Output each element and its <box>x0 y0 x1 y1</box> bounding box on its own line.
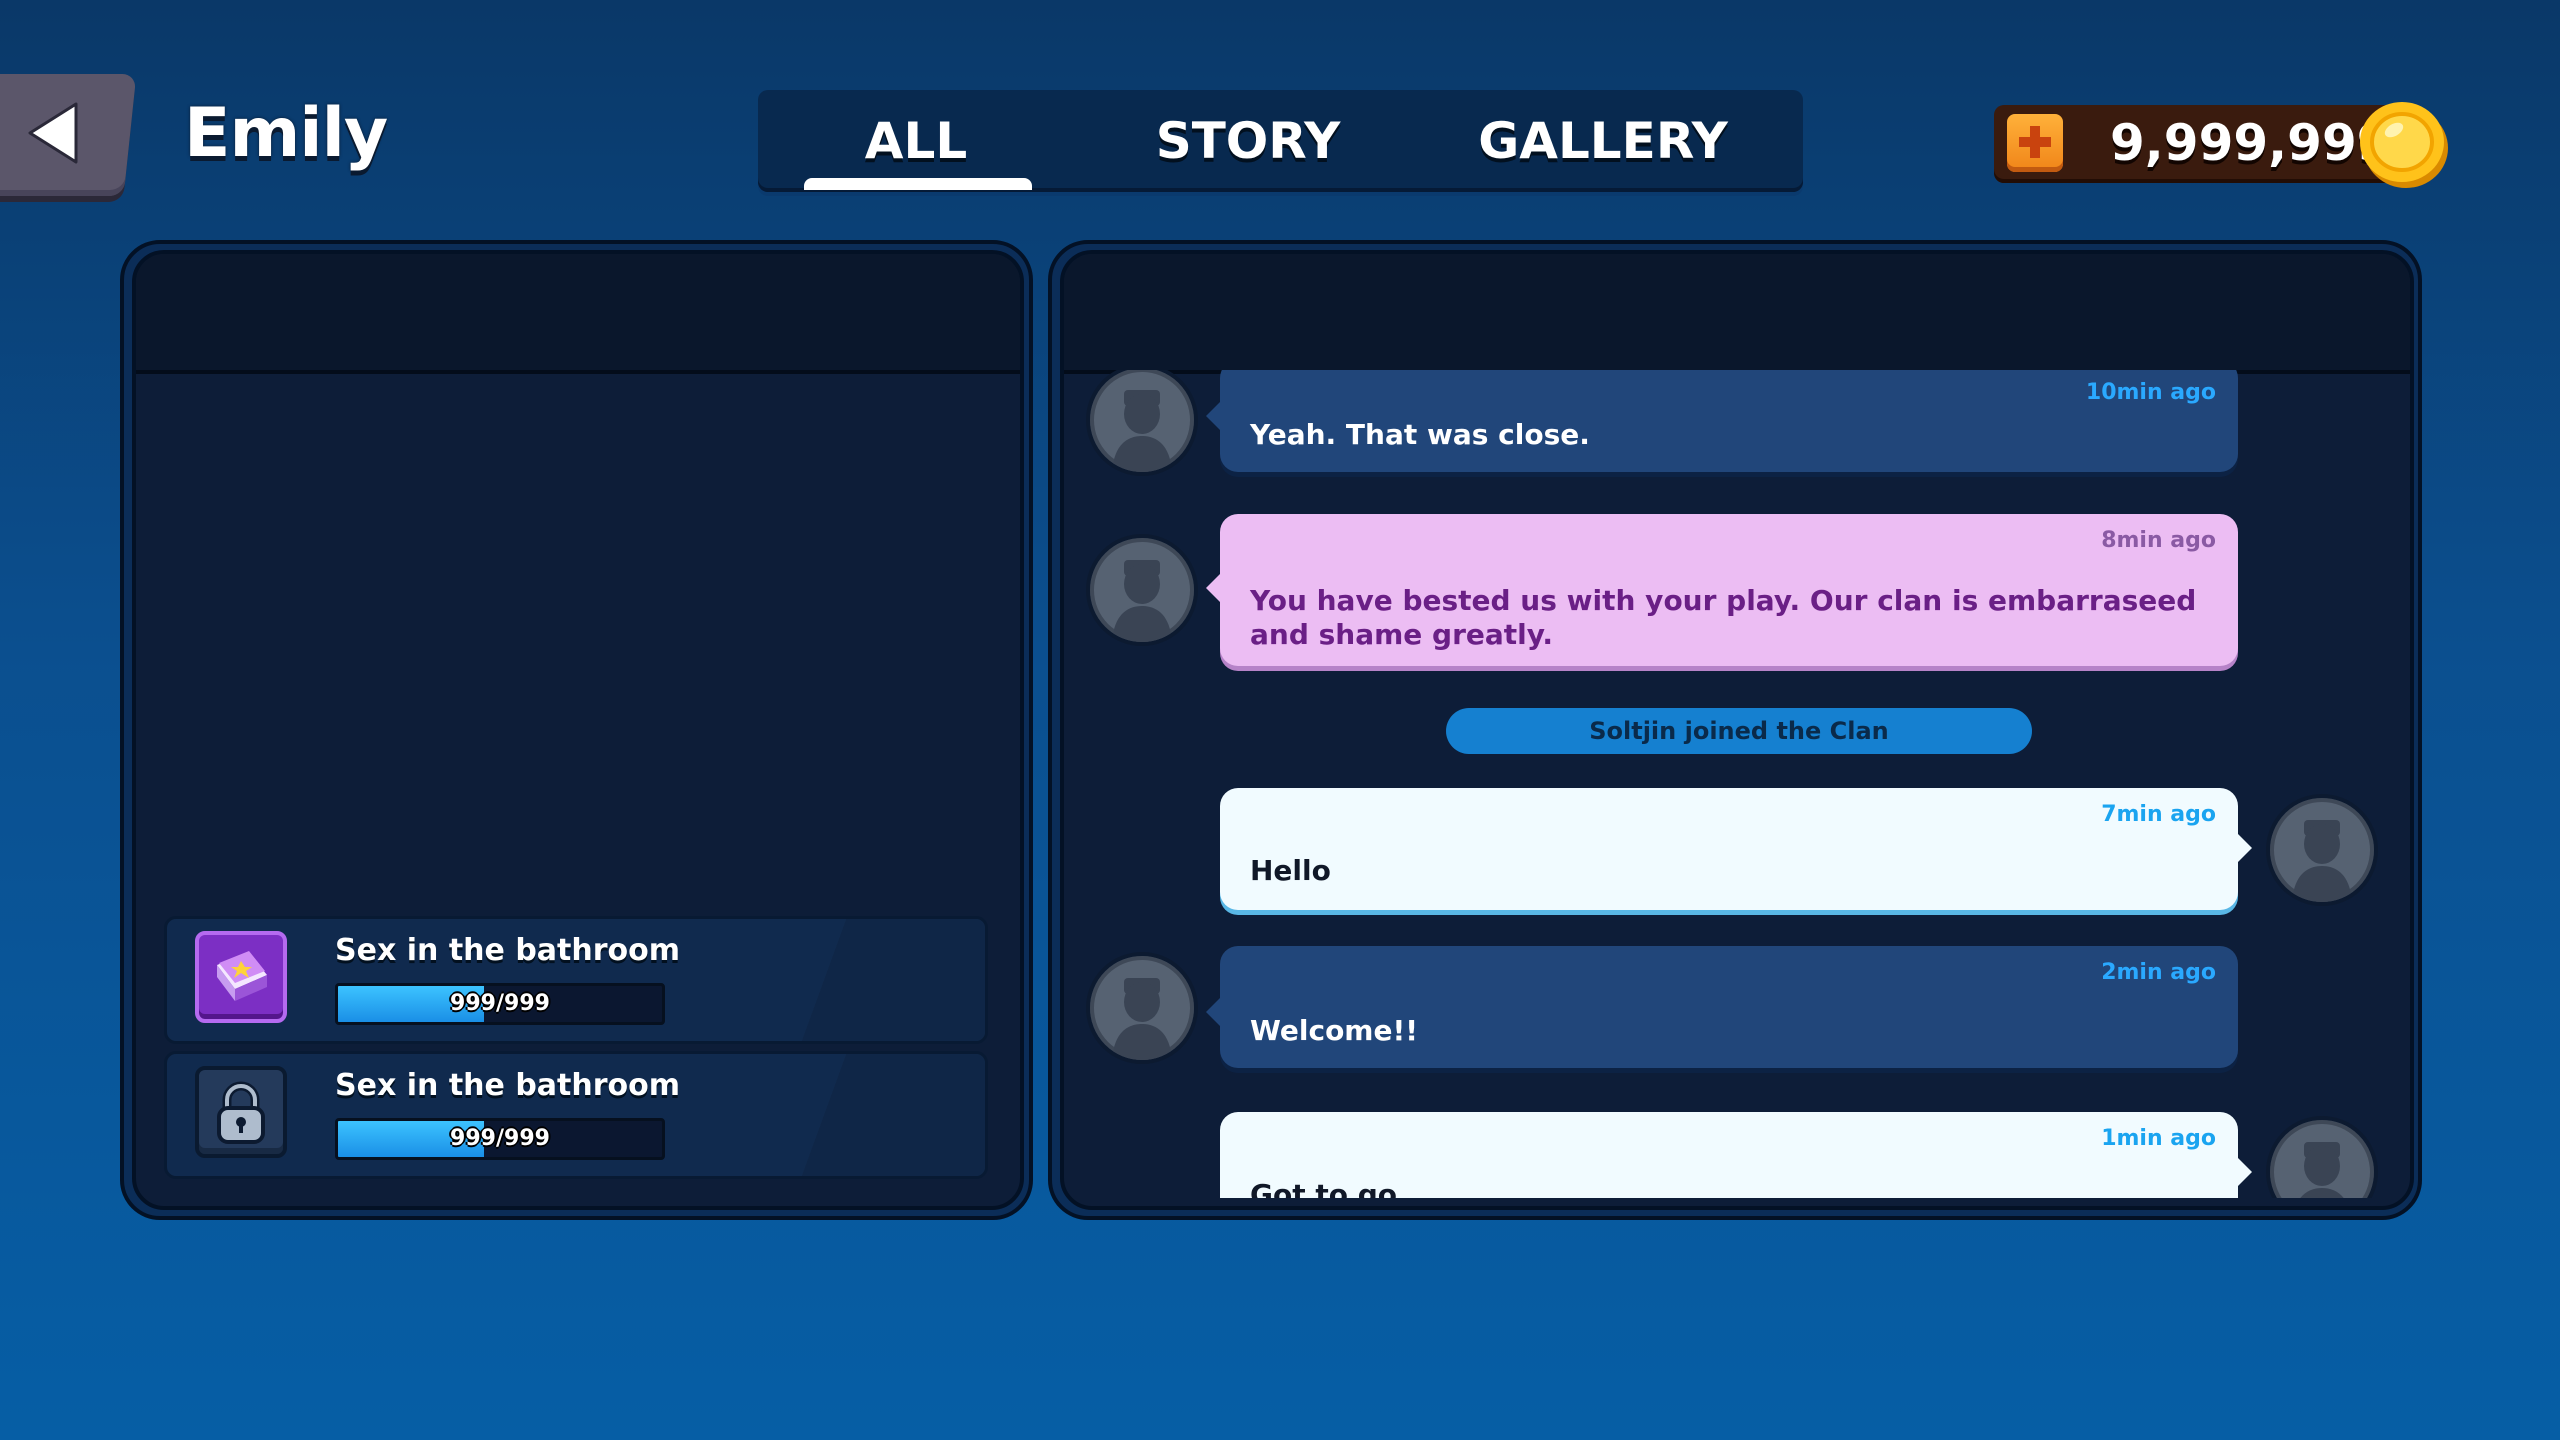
system-notice: Soltjin joined the Clan <box>1446 708 2032 754</box>
plus-icon <box>2019 126 2051 158</box>
chat-message: 2min ago Welcome!! <box>1206 946 2238 1068</box>
message-text: Hello <box>1250 854 1331 887</box>
add-currency-button[interactable] <box>2007 114 2063 172</box>
avatar[interactable] <box>1086 534 1198 646</box>
user-silhouette-icon <box>2300 1142 2344 1198</box>
user-silhouette-icon <box>1112 560 1172 642</box>
message-text: Welcome!! <box>1250 1014 1419 1047</box>
story-item[interactable]: Sex in the bathroom 999/999 <box>164 916 988 1044</box>
avatar[interactable] <box>1086 370 1198 476</box>
avatar[interactable] <box>2266 794 2378 906</box>
chat-list[interactable]: 10min ago Yeah. That was close. 8min ago… <box>1064 370 2402 1198</box>
story-item-locked[interactable]: Sex in the bathroom 999/999 <box>164 1051 988 1179</box>
message-text: You have bested us with your play. Our c… <box>1250 584 2197 651</box>
message-time: 8min ago <box>2101 528 2216 553</box>
tab-gallery[interactable]: GALLERY <box>1458 90 1748 192</box>
user-silhouette-icon <box>2292 820 2352 902</box>
avatar[interactable] <box>1086 952 1198 1064</box>
user-silhouette-icon <box>1112 978 1172 1060</box>
chat-message-own: 1min ago Got to go <box>1220 1112 2252 1198</box>
story-title: Sex in the bathroom <box>335 933 681 968</box>
message-time: 10min ago <box>2085 380 2216 405</box>
story-title: Sex in the bathroom <box>335 1068 681 1103</box>
active-tab-indicator <box>804 178 1032 190</box>
tab-story[interactable]: STORY <box>1138 90 1358 192</box>
gold-coin-icon <box>2360 102 2448 188</box>
story-progress-bar: 999/999 <box>335 983 665 1025</box>
tab-bar: ALL STORY GALLERY <box>758 90 1803 192</box>
story-progress-text: 999/999 <box>450 991 550 1016</box>
chat-message: 10min ago Yeah. That was close. <box>1206 370 2238 472</box>
avatar[interactable] <box>2266 1116 2378 1198</box>
user-silhouette-icon <box>1112 390 1172 472</box>
story-progress-text: 999/999 <box>450 1126 550 1151</box>
back-arrow-icon[interactable] <box>24 100 84 166</box>
message-time: 1min ago <box>2101 1126 2216 1151</box>
message-text: Got to go <box>1250 1178 1397 1198</box>
message-time: 7min ago <box>2101 802 2216 827</box>
page-title: Emily <box>184 94 388 173</box>
tab-all[interactable]: ALL <box>802 90 1030 192</box>
chat-message: 8min ago You have bested us with your pl… <box>1206 514 2238 666</box>
message-time: 2min ago <box>2101 960 2216 985</box>
chat-message-own: 7min ago Hello <box>1220 788 2252 910</box>
coin-amount: 9,999,999 <box>2110 114 2392 172</box>
story-panel-header <box>136 254 1020 374</box>
chat-panel-header <box>1064 254 2410 374</box>
book-icon <box>195 931 287 1023</box>
message-text: Yeah. That was close. <box>1250 418 1590 451</box>
story-progress-bar: 999/999 <box>335 1118 665 1160</box>
lock-icon <box>195 1066 287 1158</box>
